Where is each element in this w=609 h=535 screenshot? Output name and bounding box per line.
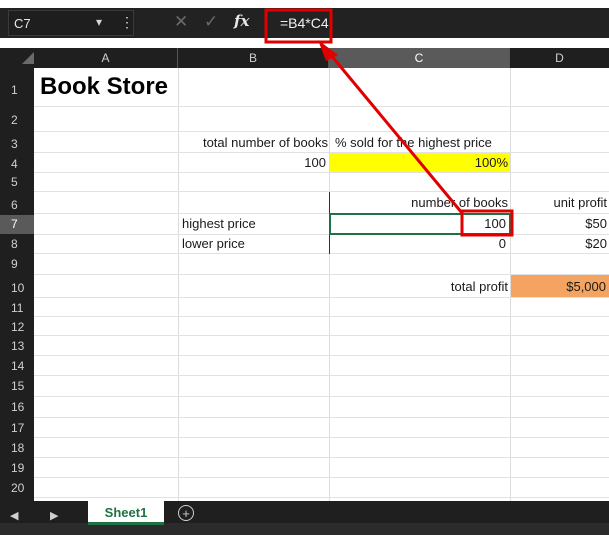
annotation-overlay bbox=[264, 8, 514, 237]
scroll-right-icon[interactable]: ▶ bbox=[50, 509, 58, 522]
annotation-arrow-line bbox=[328, 53, 464, 214]
scroll-left-icon[interactable]: ◀ bbox=[10, 509, 18, 522]
cell-highlight-box bbox=[460, 209, 514, 237]
formula-highlight-box bbox=[264, 8, 333, 44]
add-sheet-icon[interactable]: + bbox=[178, 505, 194, 521]
tab-sheet1-label: Sheet1 bbox=[104, 505, 148, 520]
